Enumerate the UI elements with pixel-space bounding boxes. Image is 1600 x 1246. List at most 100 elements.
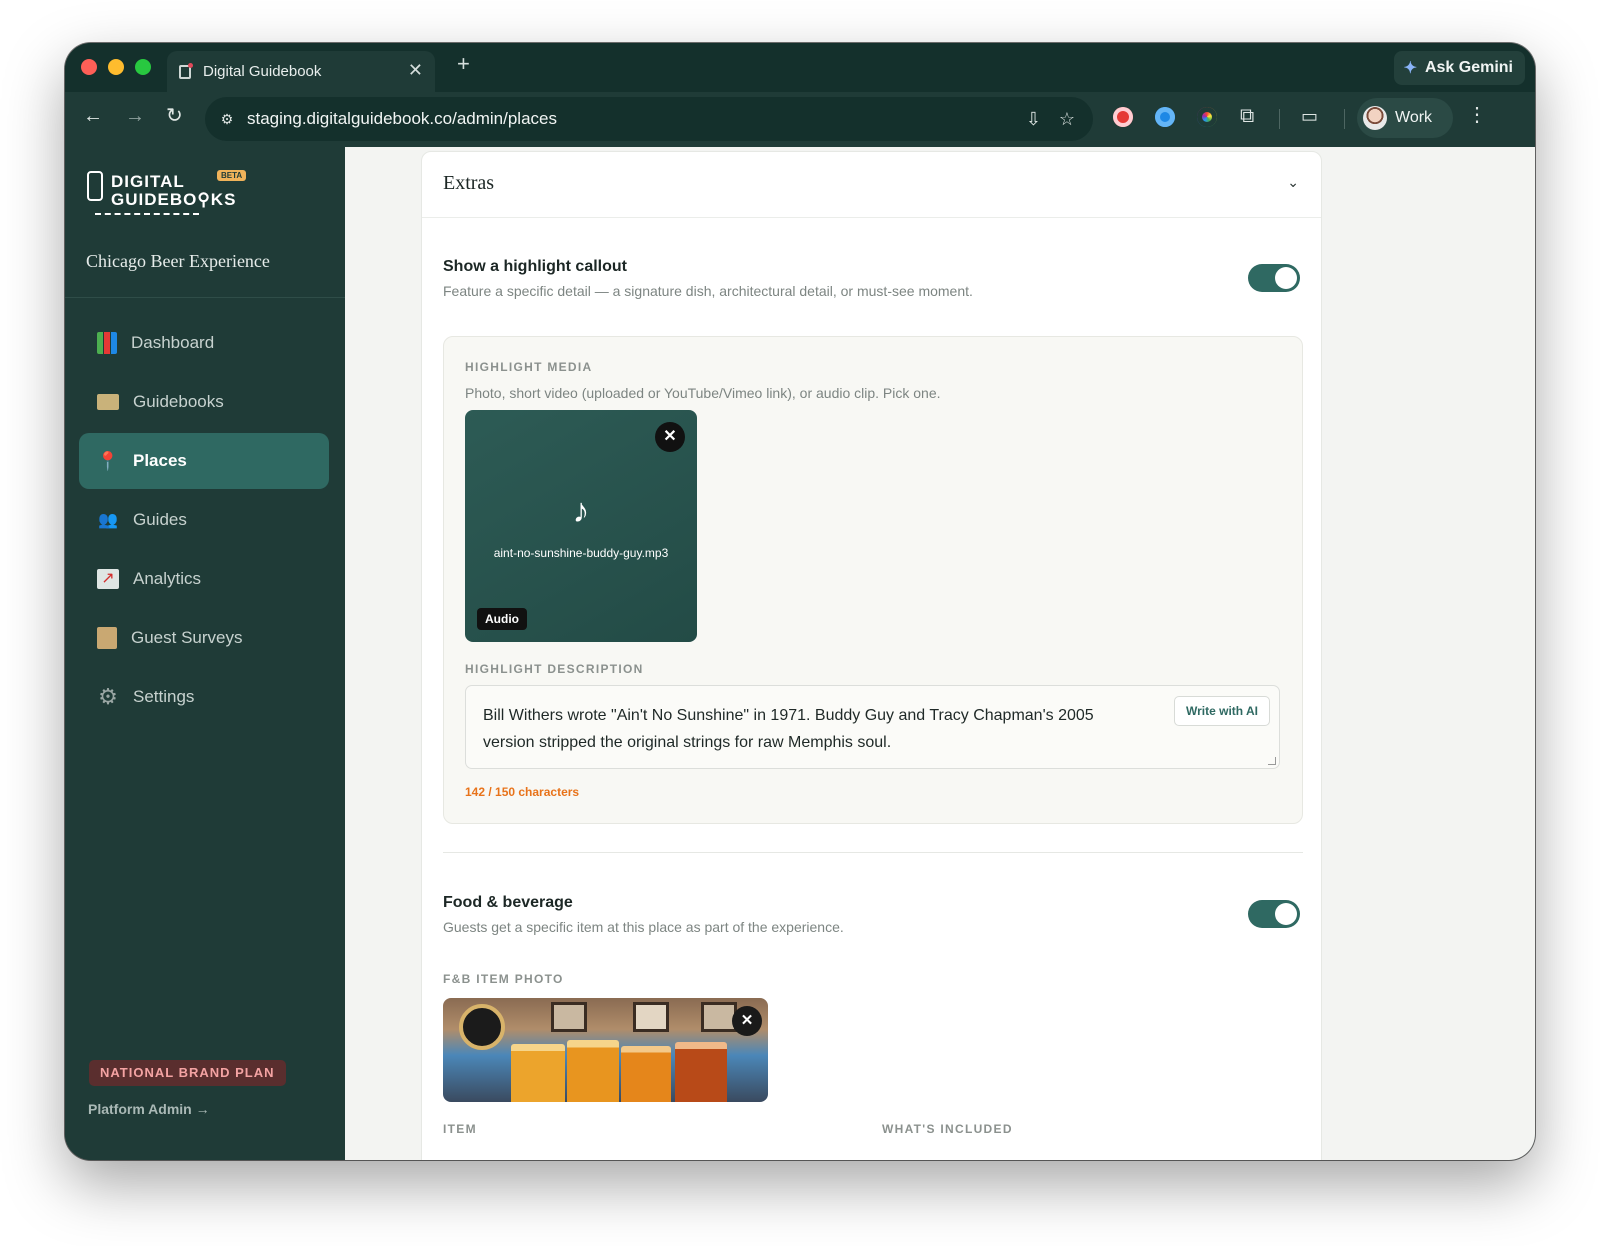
ask-gemini-button[interactable]: ✦ Ask Gemini xyxy=(1393,51,1525,85)
profile-label: Work xyxy=(1395,109,1433,126)
highlight-media-help: Photo, short video (uploaded or YouTube/… xyxy=(465,385,941,401)
sidebar-item-label: Settings xyxy=(133,687,195,706)
address-bar[interactable]: ⚙ staging.digitalguidebook.co/admin/plac… xyxy=(205,97,1093,141)
organization-name: Chicago Beer Experience xyxy=(86,251,270,271)
beer-glass xyxy=(675,1042,727,1102)
extras-card: Extras ⌄ Show a highlight callout Featur… xyxy=(421,151,1322,1160)
food-beverage-toggle[interactable] xyxy=(1248,900,1300,928)
card-title: Extras xyxy=(443,172,495,194)
browser-window: Digital Guidebook ✕ + ✦ Ask Gemini ← → ↻… xyxy=(65,43,1535,1160)
sidebar-item-guides[interactable]: 👥 Guides xyxy=(79,492,329,548)
item-label: ITEM xyxy=(443,1122,477,1136)
install-icon[interactable]: ⇩ xyxy=(1026,108,1041,130)
menu-icon[interactable]: ⋮ xyxy=(1467,104,1487,126)
platform-admin-link[interactable]: Platform Admin → xyxy=(88,1101,210,1117)
picture-frame xyxy=(633,1002,669,1032)
highlight-title: Show a highlight callout xyxy=(443,258,627,275)
toolbar-divider xyxy=(1344,109,1345,129)
chevron-down-icon[interactable]: ⌄ xyxy=(1287,174,1299,191)
tab-title: Digital Guidebook xyxy=(203,63,322,80)
close-tab-icon[interactable]: ✕ xyxy=(408,61,423,79)
sidebar-item-label: Analytics xyxy=(133,569,202,588)
resize-handle-icon[interactable] xyxy=(1268,757,1276,765)
minimize-window-button[interactable] xyxy=(108,59,124,75)
logo-line-2: GUIDEBO⚲KS xyxy=(111,190,237,209)
favicon-icon xyxy=(179,63,193,79)
highlight-media-label: HIGHLIGHT MEDIA xyxy=(465,360,593,374)
main-content: Extras ⌄ Show a highlight callout Featur… xyxy=(345,147,1535,1160)
sidebar-item-settings[interactable]: ⚙ Settings xyxy=(79,669,329,725)
close-window-button[interactable] xyxy=(81,59,97,75)
new-tab-button[interactable]: + xyxy=(457,53,470,75)
highlight-panel: HIGHLIGHT MEDIA Photo, short video (uplo… xyxy=(443,336,1303,824)
food-beverage-title: Food & beverage xyxy=(443,894,573,911)
site-info-icon[interactable]: ⚙ xyxy=(217,109,237,129)
food-beverage-description: Guests get a specific item at this place… xyxy=(443,919,844,935)
sidebar-item-label: Guides xyxy=(133,510,187,529)
sidebar-item-guidebooks[interactable]: Guidebooks xyxy=(79,374,329,430)
sparkle-icon: ✦ xyxy=(1403,60,1417,77)
beta-badge: BETA xyxy=(217,170,247,181)
sidebar-item-analytics[interactable]: ↗ Analytics xyxy=(79,551,329,607)
extras-header[interactable]: Extras ⌄ xyxy=(422,152,1321,218)
logo-line-1: DIGITAL xyxy=(111,172,185,191)
picture-frame xyxy=(551,1002,587,1032)
book-icon xyxy=(97,394,119,410)
remove-media-icon[interactable]: ✕ xyxy=(655,422,685,452)
toolbar-divider xyxy=(1279,109,1280,129)
sidebar-item-label: Guest Surveys xyxy=(131,628,243,647)
logo[interactable]: DIGITAL GUIDEBO⚲KS BETA xyxy=(85,169,265,219)
line-chart-icon: ↗ xyxy=(97,569,119,589)
music-note-icon: ♪ xyxy=(572,492,590,530)
section-divider xyxy=(443,852,1303,853)
bar-chart-icon xyxy=(97,332,117,354)
extensions-icon[interactable]: ⧉ xyxy=(1240,105,1254,127)
remove-photo-icon[interactable]: ✕ xyxy=(732,1006,762,1036)
pin-icon: 📍 xyxy=(96,450,120,471)
reload-icon[interactable]: ↻ xyxy=(166,104,183,128)
beer-glass xyxy=(511,1044,565,1102)
record-extension-icon[interactable] xyxy=(1113,107,1133,127)
browser-toolbar: ← → ↻ ⚙ staging.digitalguidebook.co/admi… xyxy=(65,92,1535,147)
highlight-description: Feature a specific detail — a signature … xyxy=(443,283,973,299)
highlight-description-textarea[interactable]: Bill Withers wrote "Ain't No Sunshine" i… xyxy=(465,685,1280,769)
browser-tab[interactable]: Digital Guidebook ✕ xyxy=(167,51,435,92)
browser-chrome: Digital Guidebook ✕ + ✦ Ask Gemini ← → ↻… xyxy=(65,43,1535,147)
sidebar-item-dashboard[interactable]: Dashboard xyxy=(79,315,329,371)
phone-icon xyxy=(87,171,103,201)
highlight-description-label: HIGHLIGHT DESCRIPTION xyxy=(465,662,644,676)
star-icon[interactable]: ☆ xyxy=(1059,108,1075,130)
sidebar: DIGITAL GUIDEBO⚲KS BETA Chicago Beer Exp… xyxy=(65,147,345,1160)
blue-extension-icon[interactable] xyxy=(1155,107,1175,127)
sidebar-item-places[interactable]: 📍 Places xyxy=(79,433,329,489)
color-extension-icon[interactable] xyxy=(1197,107,1217,127)
split-view-icon[interactable]: ▭ xyxy=(1301,105,1318,127)
clipboard-icon xyxy=(97,627,117,649)
highlight-toggle[interactable] xyxy=(1248,264,1300,292)
sidebar-item-label: Guidebooks xyxy=(133,392,224,411)
fb-photo-label: F&B ITEM PHOTO xyxy=(443,972,564,986)
toggle-knob xyxy=(1275,903,1297,925)
back-icon[interactable]: ← xyxy=(83,104,103,128)
write-with-ai-button[interactable]: Write with AI xyxy=(1174,696,1270,726)
sidebar-item-guest-surveys[interactable]: Guest Surveys xyxy=(79,610,329,666)
ask-gemini-label: Ask Gemini xyxy=(1424,59,1513,76)
forward-icon[interactable]: → xyxy=(125,104,145,128)
logo-underline xyxy=(95,213,199,215)
plan-badge: NATIONAL BRAND PLAN xyxy=(89,1060,286,1086)
beer-glass xyxy=(621,1046,671,1102)
beer-glass xyxy=(567,1040,619,1102)
highlight-description-value[interactable]: Bill Withers wrote "Ain't No Sunshine" i… xyxy=(483,702,1143,756)
media-type-badge: Audio xyxy=(477,608,527,630)
media-filename: aint-no-sunshine-buddy-guy.mp3 xyxy=(493,546,669,560)
highlight-media-tile[interactable]: ✕ ♪ aint-no-sunshine-buddy-guy.mp3 Audio xyxy=(465,410,697,642)
fb-item-photo[interactable]: ✕ xyxy=(443,998,768,1102)
sidebar-item-label: Places xyxy=(133,451,187,470)
url-text[interactable]: staging.digitalguidebook.co/admin/places xyxy=(247,109,557,129)
people-icon: 👥 xyxy=(98,512,118,529)
whats-included-label: WHAT'S INCLUDED xyxy=(882,1122,1013,1136)
tab-strip: Digital Guidebook ✕ + ✦ Ask Gemini xyxy=(65,43,1535,92)
maximize-window-button[interactable] xyxy=(135,59,151,75)
profile-button[interactable]: Work xyxy=(1357,98,1453,138)
guitar-image xyxy=(459,1004,505,1050)
